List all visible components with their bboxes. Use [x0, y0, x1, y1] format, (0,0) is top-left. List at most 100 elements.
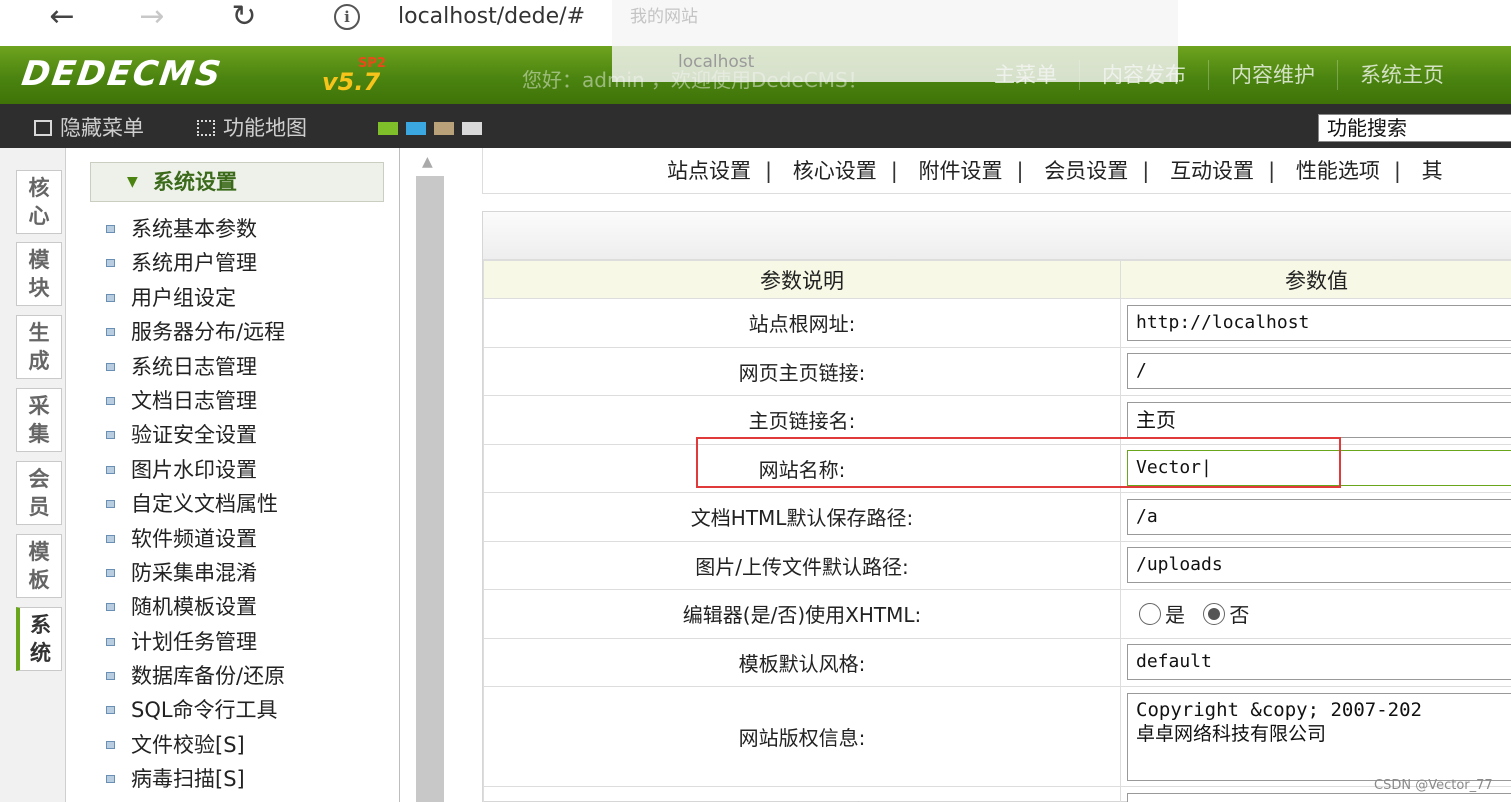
- sidebar-item-server[interactable]: 服务器分布/远程: [106, 317, 285, 351]
- vtab-system-label: 系 统: [30, 613, 51, 665]
- vtab-generate-label: 生 成: [28, 321, 50, 373]
- vtab-system[interactable]: 系 统: [16, 607, 62, 671]
- back-arrow-icon[interactable]: ←: [40, 0, 84, 40]
- logo: DEDECMS: [19, 54, 225, 94]
- table-row: 网页主页链接: /: [483, 346, 1511, 396]
- sidebar-item-tasks[interactable]: 计划任务管理: [106, 627, 285, 661]
- sidebar-item-doc-attrs[interactable]: 自定义文档属性: [106, 489, 285, 523]
- sidebar-item-label: SQL命令行工具: [131, 698, 278, 723]
- xhtml-yes-radio[interactable]: [1139, 603, 1161, 626]
- bullet-icon: [106, 603, 115, 612]
- vtab-collect[interactable]: 采 集: [16, 388, 62, 452]
- sidebar-item-basic-params[interactable]: 系统基本参数: [106, 214, 285, 248]
- grid-icon: [197, 120, 215, 136]
- sidebar-item-anti-collect[interactable]: 防采集串混淆: [106, 558, 285, 592]
- sidebar-item-user-groups[interactable]: 用户组设定: [106, 283, 285, 317]
- xhtml-no-radio[interactable]: [1203, 603, 1226, 626]
- sidebar-item-label: 防采集串混淆: [131, 560, 257, 585]
- site-url-input[interactable]: http://localhost: [1127, 304, 1511, 341]
- html-path-input[interactable]: /a: [1127, 498, 1511, 535]
- scrollbar-thumb[interactable]: [416, 176, 444, 802]
- top-menu-home[interactable]: 系统主页: [1337, 60, 1466, 90]
- sidebar-item-label: 图片水印设置: [131, 457, 257, 482]
- sidebar-item-label: 数据库备份/还原: [131, 664, 286, 689]
- param-value-cell: /a: [1120, 492, 1511, 542]
- sidebar-list: 系统基本参数 系统用户管理 用户组设定 服务器分布/远程 系统日志管理 文档日志…: [106, 214, 285, 799]
- top-menu-maintain[interactable]: 内容维护: [1208, 60, 1337, 90]
- sidebar-item-label: 服务器分布/远程: [131, 320, 286, 345]
- sidebar-scrollbar[interactable]: ▲: [400, 148, 462, 802]
- function-map-label: 功能地图: [223, 116, 307, 140]
- panel-header: [483, 212, 1511, 260]
- sidebar-item-label: 自定义文档属性: [131, 492, 278, 517]
- homepage-link-input[interactable]: /: [1127, 353, 1511, 390]
- skin-blue-swatch[interactable]: [406, 122, 426, 135]
- bullet-icon: [106, 740, 115, 749]
- skin-green-swatch[interactable]: [378, 122, 398, 135]
- sidebar-item-users[interactable]: 系统用户管理: [106, 248, 285, 282]
- sidebar-item-system-log[interactable]: 系统日志管理: [106, 352, 285, 386]
- dragged-tab-ghost: 我的网站 localhost: [612, 0, 1178, 82]
- table-row: 文档HTML默认保存路径: /a: [483, 492, 1511, 542]
- subnav-other[interactable]: 其: [1422, 159, 1443, 183]
- table-header-row: 参数说明 参数值: [483, 260, 1511, 299]
- sidebar-item-sql[interactable]: SQL命令行工具: [106, 695, 285, 729]
- hide-menu-label: 隐藏菜单: [60, 116, 144, 140]
- logo-version: v5.7: [322, 68, 381, 96]
- param-label: 站点根网址:: [483, 298, 1121, 348]
- function-search-input[interactable]: 功能搜索: [1318, 114, 1511, 142]
- sidebar-item-software[interactable]: 软件频道设置: [106, 524, 285, 558]
- scroll-up-arrow-icon[interactable]: ▲: [422, 154, 433, 170]
- subnav-site[interactable]: 站点设置: [667, 159, 751, 183]
- homepage-name-input[interactable]: 主页: [1127, 401, 1511, 438]
- table-row: 模板默认风格: default: [483, 637, 1511, 687]
- info-icon[interactable]: i: [334, 4, 360, 30]
- vtab-module-label: 模 块: [28, 248, 50, 300]
- table-row: 网站版权信息: Copyright &copy; 2007-202 卓卓网络科技…: [483, 686, 1511, 787]
- bullet-icon: [106, 672, 115, 681]
- sidebar-item-file-check[interactable]: 文件校验[S]: [106, 730, 285, 764]
- copyright-textarea[interactable]: Copyright &copy; 2007-202 卓卓网络科技有限公司: [1127, 692, 1511, 781]
- sidebar-item-label: 系统基本参数: [131, 217, 257, 241]
- param-value-cell: 是 否: [1120, 589, 1511, 639]
- sidebar-item-label: 用户组设定: [131, 285, 236, 310]
- forward-arrow-icon[interactable]: →: [130, 0, 174, 40]
- toolbar: 隐藏菜单 功能地图: [0, 104, 1511, 148]
- bullet-icon: [106, 706, 115, 715]
- sidebar-item-db-backup[interactable]: 数据库备份/还原: [106, 661, 285, 695]
- param-value-cell: default: [1120, 637, 1511, 687]
- sidebar-item-random-template[interactable]: 随机模板设置: [106, 592, 285, 626]
- subnav-member[interactable]: 会员设置: [1044, 159, 1128, 183]
- subnav-performance[interactable]: 性能选项: [1296, 159, 1380, 183]
- vtab-core[interactable]: 核 心: [16, 170, 62, 234]
- bullet-icon: [106, 637, 115, 646]
- subnav-attachment[interactable]: 附件设置: [919, 159, 1003, 183]
- reload-icon[interactable]: ↻: [222, 0, 266, 40]
- hide-menu-button[interactable]: 隐藏菜单: [34, 112, 144, 142]
- skin-brown-swatch[interactable]: [434, 122, 454, 135]
- keywords-input[interactable]: [1127, 792, 1511, 802]
- bullet-icon: [106, 534, 115, 543]
- sidebar-item-virus-scan[interactable]: 病毒扫描[S]: [106, 764, 285, 798]
- subnav-core[interactable]: 核心设置: [793, 159, 877, 183]
- sidebar-item-label: 系统用户管理: [131, 251, 257, 276]
- sidebar-item-security[interactable]: 验证安全设置: [106, 420, 285, 454]
- sidebar-item-doc-log[interactable]: 文档日志管理: [106, 386, 285, 420]
- function-map-button[interactable]: 功能地图: [197, 112, 307, 142]
- sidebar-menu: ▼ 系统设置 系统基本参数 系统用户管理 用户组设定 服务器分布/远程 系统日志…: [66, 148, 400, 802]
- sidebar-heading[interactable]: ▼ 系统设置: [90, 162, 384, 202]
- vtab-member[interactable]: 会 员: [16, 461, 62, 525]
- sidebar-item-watermark[interactable]: 图片水印设置: [106, 455, 285, 489]
- vtab-module[interactable]: 模 块: [16, 242, 62, 306]
- vtab-generate[interactable]: 生 成: [16, 315, 62, 379]
- url-text[interactable]: localhost/dede/#: [398, 4, 585, 29]
- logo-sp: SP2: [358, 56, 386, 71]
- skin-gray-swatch[interactable]: [462, 122, 482, 135]
- upload-path-input[interactable]: /uploads: [1127, 547, 1511, 584]
- sidebar-item-label: 随机模板设置: [131, 595, 257, 620]
- template-style-input[interactable]: default: [1127, 644, 1511, 681]
- param-value-cell: Copyright &copy; 2007-202 卓卓网络科技有限公司: [1120, 686, 1511, 787]
- subnav-separator: |: [1142, 159, 1150, 183]
- vtab-template[interactable]: 模 板: [16, 534, 62, 598]
- subnav-interact[interactable]: 互动设置: [1170, 159, 1254, 183]
